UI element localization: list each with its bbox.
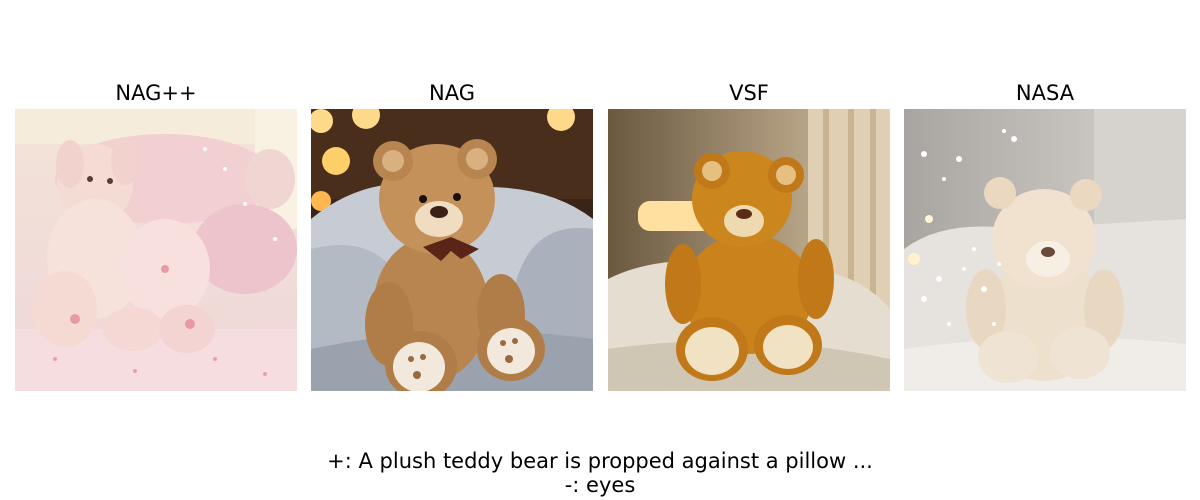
generated-image bbox=[15, 109, 297, 391]
generated-image bbox=[904, 109, 1186, 391]
panel-title: NAG bbox=[429, 81, 475, 105]
positive-prompt: +: A plush teddy bear is propped against… bbox=[327, 449, 873, 473]
prompt-caption: +: A plush teddy bear is propped against… bbox=[0, 449, 1200, 497]
panel-title: NASA bbox=[1015, 81, 1075, 105]
generated-image bbox=[608, 109, 890, 391]
panel-title: NAG++ bbox=[115, 81, 197, 105]
generated-image bbox=[311, 109, 593, 391]
panel-title: VSF bbox=[729, 81, 769, 105]
negative-prompt: -: eyes bbox=[564, 473, 636, 497]
